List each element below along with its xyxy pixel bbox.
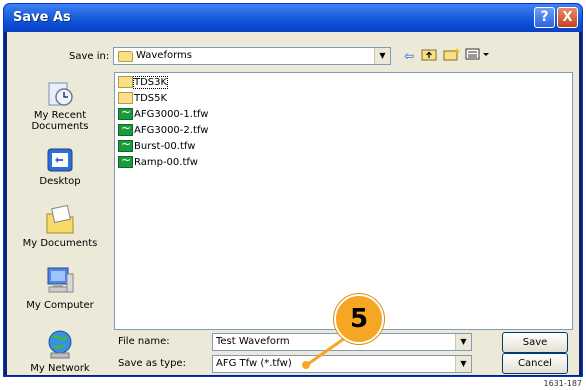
list-item[interactable]: TDS3K [118,75,169,90]
file-name: TDS3K [132,76,169,89]
up-folder-icon[interactable] [421,47,437,65]
views-menu-icon[interactable] [465,47,491,65]
save-in-dropdown[interactable]: Waveforms ▼ [113,47,391,65]
save-in-label: Save in: [69,51,110,62]
place-my-documents[interactable]: My Documents [11,202,109,249]
dialog-body: Save in: Waveforms ▼ ⇦ My Recent Documen… [7,32,579,375]
place-label: My Computer [26,300,94,311]
file-name: Burst-00.tfw [134,141,196,152]
file-list[interactable]: TDS3K TDS5K AFG3000-1.tfw AFG3000-2.tfw … [114,72,573,330]
list-item[interactable]: TDS5K [118,91,167,106]
title-bar: Save As ? X [4,4,582,32]
chevron-down-icon[interactable]: ▼ [455,334,471,350]
chevron-down-icon[interactable]: ▼ [455,356,471,372]
list-item[interactable]: Ramp-00.tfw [118,153,198,170]
place-recent-documents[interactable]: My Recent Documents [11,80,109,132]
file-name: AFG3000-2.tfw [134,125,209,136]
place-label: My Recent Documents [31,110,89,132]
file-name: Ramp-00.tfw [134,157,198,168]
place-label: Desktop [39,176,81,187]
places-bar: My Recent Documents Desktop My Documents… [11,72,109,375]
place-label: My Network [30,363,90,374]
save-button[interactable]: Save [502,332,568,353]
save-as-type-value: AFG Tfw (*.tfw) [216,358,292,369]
my-network-icon [45,327,75,361]
cancel-button[interactable]: Cancel [502,353,568,374]
chevron-down-icon[interactable]: ▼ [374,48,390,64]
waveform-file-icon [118,153,133,168]
list-item[interactable]: AFG3000-2.tfw [118,121,209,138]
back-arrow-icon[interactable]: ⇦ [401,47,417,65]
waveform-file-icon [118,105,133,120]
folder-icon [118,92,133,104]
save-as-type-label: Save as type: [118,358,186,369]
step-callout-badge: 5 [334,294,384,344]
list-item[interactable]: AFG3000-1.tfw [118,105,209,122]
help-button[interactable]: ? [534,7,555,28]
dialog-title: Save As [13,10,71,25]
my-documents-icon [45,202,75,236]
desktop-icon [45,146,75,174]
new-folder-icon[interactable] [443,47,461,65]
save-as-dialog: Save As ? X Save in: Waveforms ▼ ⇦ My Re… [3,3,583,377]
close-button[interactable]: X [557,7,578,28]
file-name-value: Test Waveform [216,336,290,347]
waveform-file-icon [118,137,133,152]
place-my-computer[interactable]: My Computer [11,264,109,311]
my-computer-icon [45,264,75,298]
file-name: AFG3000-1.tfw [134,109,209,120]
folder-icon [118,76,133,88]
place-my-network[interactable]: My Network [11,327,109,374]
list-item[interactable]: Burst-00.tfw [118,137,196,154]
file-name-label: File name: [118,336,170,347]
recent-documents-icon [45,80,75,108]
save-as-type-dropdown[interactable]: AFG Tfw (*.tfw) ▼ [212,355,472,373]
file-name: TDS5K [134,93,168,104]
place-label: My Documents [22,238,98,249]
figure-number: 1631-187 [543,379,582,388]
place-desktop[interactable]: Desktop [11,146,109,187]
folder-icon [118,51,133,62]
waveform-file-icon [118,121,133,136]
save-in-value: Waveforms [136,50,192,61]
